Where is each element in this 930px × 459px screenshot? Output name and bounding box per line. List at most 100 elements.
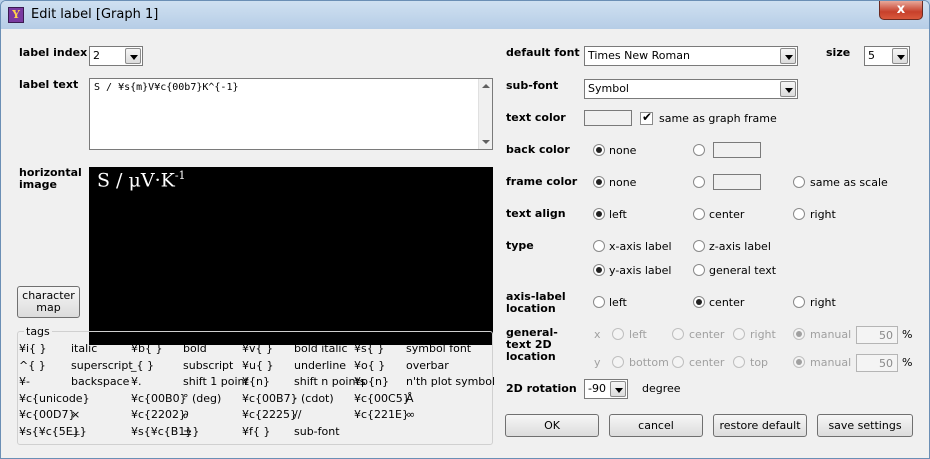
tag-code: ¥o{ } bbox=[354, 359, 386, 372]
tag-code: ¥{n} bbox=[242, 375, 270, 388]
general-x-percent-input[interactable]: 50 bbox=[856, 326, 898, 344]
tag-description: bold bbox=[183, 342, 207, 355]
chevron-down-icon[interactable] bbox=[780, 48, 796, 64]
general-y-bottom-label: bottom bbox=[629, 356, 669, 369]
tag-description: superscript bbox=[71, 359, 133, 372]
text-align-right-radio[interactable] bbox=[793, 208, 805, 220]
axis-location-right-label: right bbox=[810, 296, 836, 309]
size-label: size bbox=[826, 46, 851, 59]
restore-default-button[interactable]: restore default bbox=[713, 414, 807, 437]
general-x-center-radio[interactable] bbox=[672, 328, 684, 340]
back-color-custom-radio[interactable] bbox=[693, 144, 705, 156]
label-index-select[interactable]: 2 bbox=[89, 46, 143, 66]
general-x-left-radio[interactable] bbox=[612, 328, 624, 340]
ok-button[interactable]: OK bbox=[505, 414, 599, 437]
general-y-percent-input[interactable]: 50 bbox=[856, 354, 898, 372]
general-y-percent-unit: % bbox=[902, 356, 913, 369]
type-general-label: general text bbox=[709, 264, 777, 277]
text-color-label: text color bbox=[506, 111, 566, 124]
horizontal-image-label: horizontal image bbox=[19, 167, 82, 191]
type-x-axis-radio[interactable] bbox=[593, 240, 605, 252]
type-z-axis-radio[interactable] bbox=[693, 240, 705, 252]
text-align-label: text align bbox=[506, 207, 566, 220]
tags-title: tags bbox=[24, 325, 52, 338]
edit-label-dialog: Y Edit label [Graph 1] x label index 2 l… bbox=[0, 0, 930, 459]
tag-description: n'th plot symbol bbox=[406, 375, 496, 388]
frame-color-same-as-scale-radio[interactable] bbox=[793, 176, 805, 188]
cancel-button[interactable]: cancel bbox=[609, 414, 703, 437]
tag-code: ¥c{00D7} bbox=[19, 408, 76, 421]
text-align-left-label: left bbox=[609, 208, 627, 221]
axis-location-center-radio[interactable] bbox=[693, 296, 705, 308]
same-as-graph-frame-label: same as graph frame bbox=[659, 112, 777, 125]
tag-description: × bbox=[71, 408, 81, 421]
frame-color-none-radio[interactable] bbox=[593, 176, 605, 188]
save-settings-button[interactable]: save settings bbox=[817, 414, 913, 437]
tag-code: ¥- bbox=[19, 375, 30, 388]
tag-code: ¥c{00B0} bbox=[131, 392, 187, 405]
tag-code: ^{ } bbox=[19, 359, 46, 372]
type-general-radio[interactable] bbox=[693, 264, 705, 276]
tag-code: ¥c{2225} bbox=[242, 408, 298, 421]
frame-color-swatch[interactable] bbox=[713, 174, 761, 190]
tag-code: ¥. bbox=[131, 375, 142, 388]
tag-code: ¥f{ } bbox=[242, 425, 271, 438]
type-y-axis-label: y-axis label bbox=[609, 264, 672, 277]
label-index-value: 2 bbox=[93, 49, 100, 62]
general-y-top-label: top bbox=[750, 356, 769, 369]
tag-description: italic bbox=[71, 342, 98, 355]
chevron-down-icon[interactable] bbox=[780, 81, 796, 97]
title-bar[interactable]: Y Edit label [Graph 1] x bbox=[1, 1, 929, 29]
frame-color-custom-radio[interactable] bbox=[693, 176, 705, 188]
text-align-center-radio[interactable] bbox=[693, 208, 705, 220]
tag-description: Å bbox=[406, 392, 414, 405]
back-color-swatch[interactable] bbox=[713, 142, 761, 158]
general-x-axis-letter: x bbox=[594, 328, 601, 341]
general-x-right-radio[interactable] bbox=[733, 328, 745, 340]
default-font-value: Times New Roman bbox=[588, 49, 690, 62]
same-as-graph-frame-checkbox[interactable]: ✔ bbox=[640, 110, 653, 125]
frame-color-same-as-scale-label: same as scale bbox=[810, 176, 888, 189]
text-align-left-radio[interactable] bbox=[593, 208, 605, 220]
type-label: type bbox=[506, 239, 534, 252]
text-align-center-label: center bbox=[709, 208, 745, 221]
size-select[interactable]: 5 bbox=[864, 46, 910, 66]
scroll-down-icon[interactable] bbox=[482, 140, 490, 144]
general-text-location-line3: location bbox=[506, 350, 556, 363]
rotation-unit: degree bbox=[642, 382, 681, 395]
chevron-down-icon[interactable] bbox=[125, 48, 141, 64]
tag-description: bold italic bbox=[294, 342, 348, 355]
chevron-down-icon[interactable] bbox=[892, 48, 908, 64]
preview-superscript: -1 bbox=[174, 169, 186, 182]
rotation-value: -90 bbox=[588, 382, 606, 395]
type-y-axis-radio[interactable] bbox=[593, 264, 605, 276]
general-y-top-radio[interactable] bbox=[733, 356, 745, 368]
general-y-bottom-radio[interactable] bbox=[612, 356, 624, 368]
character-map-button[interactable]: character map bbox=[17, 286, 80, 318]
tag-description: ∂ bbox=[183, 408, 189, 421]
label-text-scrollbar[interactable] bbox=[478, 79, 492, 149]
tag-code: ¥c{221E} bbox=[354, 408, 409, 421]
general-y-center-radio[interactable] bbox=[672, 356, 684, 368]
close-button[interactable]: x bbox=[879, 1, 923, 20]
default-font-select[interactable]: Times New Roman bbox=[584, 46, 798, 66]
tag-code: ¥u{ } bbox=[242, 359, 274, 372]
frame-color-label: frame color bbox=[506, 175, 578, 188]
label-text-input[interactable]: S / ¥s{m}V¥c{00b7}K^{-1} bbox=[89, 78, 493, 150]
tag-code: ¥c{00B7} bbox=[242, 392, 298, 405]
text-color-swatch[interactable] bbox=[584, 110, 632, 126]
scroll-up-icon[interactable] bbox=[482, 84, 490, 88]
general-text-location-label: general- text 2D location bbox=[506, 327, 558, 363]
back-color-none-label: none bbox=[609, 144, 637, 157]
sub-font-select[interactable]: Symbol bbox=[584, 79, 798, 99]
back-color-none-radio[interactable] bbox=[593, 144, 605, 156]
chevron-down-icon[interactable] bbox=[610, 381, 626, 397]
rotation-select[interactable]: -90 bbox=[584, 379, 628, 399]
label-text-label: label text bbox=[19, 78, 79, 91]
axis-location-right-radio[interactable] bbox=[793, 296, 805, 308]
general-y-manual-radio[interactable] bbox=[793, 356, 805, 368]
label-preview: S / μV·K-1 bbox=[89, 167, 493, 345]
axis-location-left-radio[interactable] bbox=[593, 296, 605, 308]
general-x-manual-radio[interactable] bbox=[793, 328, 805, 340]
rotation-label: 2D rotation bbox=[506, 382, 577, 395]
